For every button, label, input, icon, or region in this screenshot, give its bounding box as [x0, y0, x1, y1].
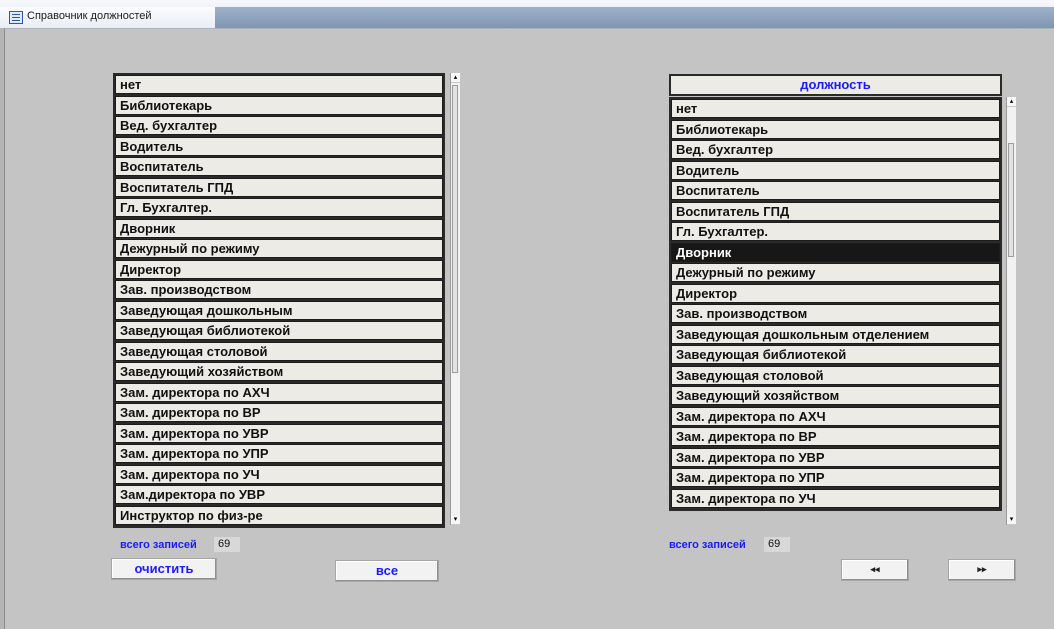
list-item[interactable]: Библиотекарь [115, 95, 443, 115]
list-item[interactable]: Зам. директора по ВР [115, 403, 443, 422]
list-item[interactable]: Зам. директора по УВР [115, 423, 443, 443]
right-record-count-value: 69 [764, 537, 790, 552]
list-item[interactable]: Дворник [671, 242, 1000, 262]
list-item[interactable]: Зам. директора по АХЧ [115, 382, 443, 402]
right-record-count-label: всего записей [669, 539, 746, 551]
left-record-count-value: 69 [214, 537, 240, 552]
list-item[interactable]: Воспитатель ГПД [671, 201, 1000, 221]
list-item[interactable]: Зам. директора по УПР [115, 444, 443, 463]
list-item[interactable]: Зам. директора по ВР [671, 427, 1000, 446]
list-item[interactable]: нет [671, 99, 1000, 118]
list-item[interactable]: Зам. директора по УВР [671, 447, 1000, 467]
clear-button[interactable]: очистить [111, 558, 217, 580]
list-item[interactable]: Дежурный по режиму [115, 239, 443, 258]
list-item[interactable]: Заведующий хозяйством [115, 362, 443, 381]
list-item[interactable]: Воспитатель [115, 157, 443, 176]
list-item[interactable]: Зам. директора по УПР [671, 468, 1000, 487]
list-item[interactable]: Зам.директора по УВР [115, 485, 443, 504]
list-item[interactable]: Воспитатель ГПД [115, 177, 443, 197]
next-page-button[interactable]: ▸▸ [948, 559, 1016, 581]
list-item[interactable]: Зам. директора по АХЧ [671, 406, 1000, 426]
scroll-down-arrow-icon[interactable]: ▾ [1007, 515, 1016, 525]
right-scroll-thumb[interactable] [1008, 143, 1014, 257]
title-bar-fill [215, 7, 1054, 28]
list-item[interactable]: Гл. Бухгалтер. [115, 198, 443, 217]
list-item[interactable]: Вед. бухгалтер [671, 140, 1000, 159]
list-item[interactable]: Зам. директора по УЧ [115, 464, 443, 484]
left-list-scrollbar[interactable]: ▴ ▾ [450, 73, 460, 525]
left-list-frame: нет Библиотекарь Вед. бухгалтер Водитель Вос… [113, 73, 445, 528]
left-position-list: нет Библиотекарь Вед. бухгалтер Водитель Вос… [113, 73, 445, 528]
previous-page-button[interactable]: ◂◂ [841, 559, 909, 581]
list-item[interactable]: Зам. директора по УЧ [671, 488, 1000, 508]
window-left-edge [0, 28, 5, 629]
right-list-frame: нет Библиотекарь Вед. бухгалтер Водитель Вос… [669, 97, 1002, 511]
scroll-up-arrow-icon[interactable]: ▴ [451, 73, 460, 83]
list-item[interactable]: Заведующая столовой [671, 365, 1000, 385]
list-item[interactable]: Заведующая дошкольным [115, 300, 443, 320]
list-item[interactable]: Зав. производством [115, 280, 443, 299]
form-icon [9, 11, 23, 24]
window-title: Справочник должностей [27, 10, 152, 22]
list-item[interactable]: Заведующий хозяйством [671, 386, 1000, 405]
list-item[interactable]: Библиотекарь [671, 119, 1000, 139]
list-item[interactable]: Директор [115, 259, 443, 279]
list-item[interactable]: Директор [671, 283, 1000, 303]
list-item[interactable]: Вед. бухгалтер [115, 116, 443, 135]
list-item[interactable]: Заведующая дошкольным отделением [671, 324, 1000, 344]
list-item[interactable]: Зав. производством [671, 304, 1000, 323]
list-item[interactable]: Гл. Бухгалтер. [671, 222, 1000, 241]
position-column-header: должность [669, 74, 1002, 96]
right-position-list: нет Библиотекарь Вед. бухгалтер Водитель Вос… [669, 97, 1002, 511]
show-all-button[interactable]: все [335, 560, 439, 582]
list-item[interactable]: Заведующая библиотекой [115, 321, 443, 340]
list-item[interactable]: Водитель [671, 160, 1000, 180]
list-item[interactable]: Дежурный по режиму [671, 263, 1000, 282]
list-item[interactable]: нет [115, 75, 443, 94]
list-item[interactable]: Воспитатель [671, 181, 1000, 200]
left-record-count-label: всего записей [120, 539, 197, 551]
scroll-down-arrow-icon[interactable]: ▾ [451, 515, 460, 525]
window-titlebar: Справочник должностей [0, 0, 1054, 29]
scroll-up-arrow-icon[interactable]: ▴ [1007, 97, 1016, 107]
list-item[interactable]: Заведующая столовой [115, 341, 443, 361]
right-list-scrollbar[interactable]: ▴ ▾ [1006, 97, 1016, 525]
left-scroll-thumb[interactable] [452, 85, 458, 373]
list-item[interactable]: Водитель [115, 136, 443, 156]
list-item[interactable]: Дворник [115, 218, 443, 238]
list-item[interactable]: Заведующая библиотекой [671, 345, 1000, 364]
list-item[interactable]: Инструктор по физ-ре [115, 505, 443, 525]
